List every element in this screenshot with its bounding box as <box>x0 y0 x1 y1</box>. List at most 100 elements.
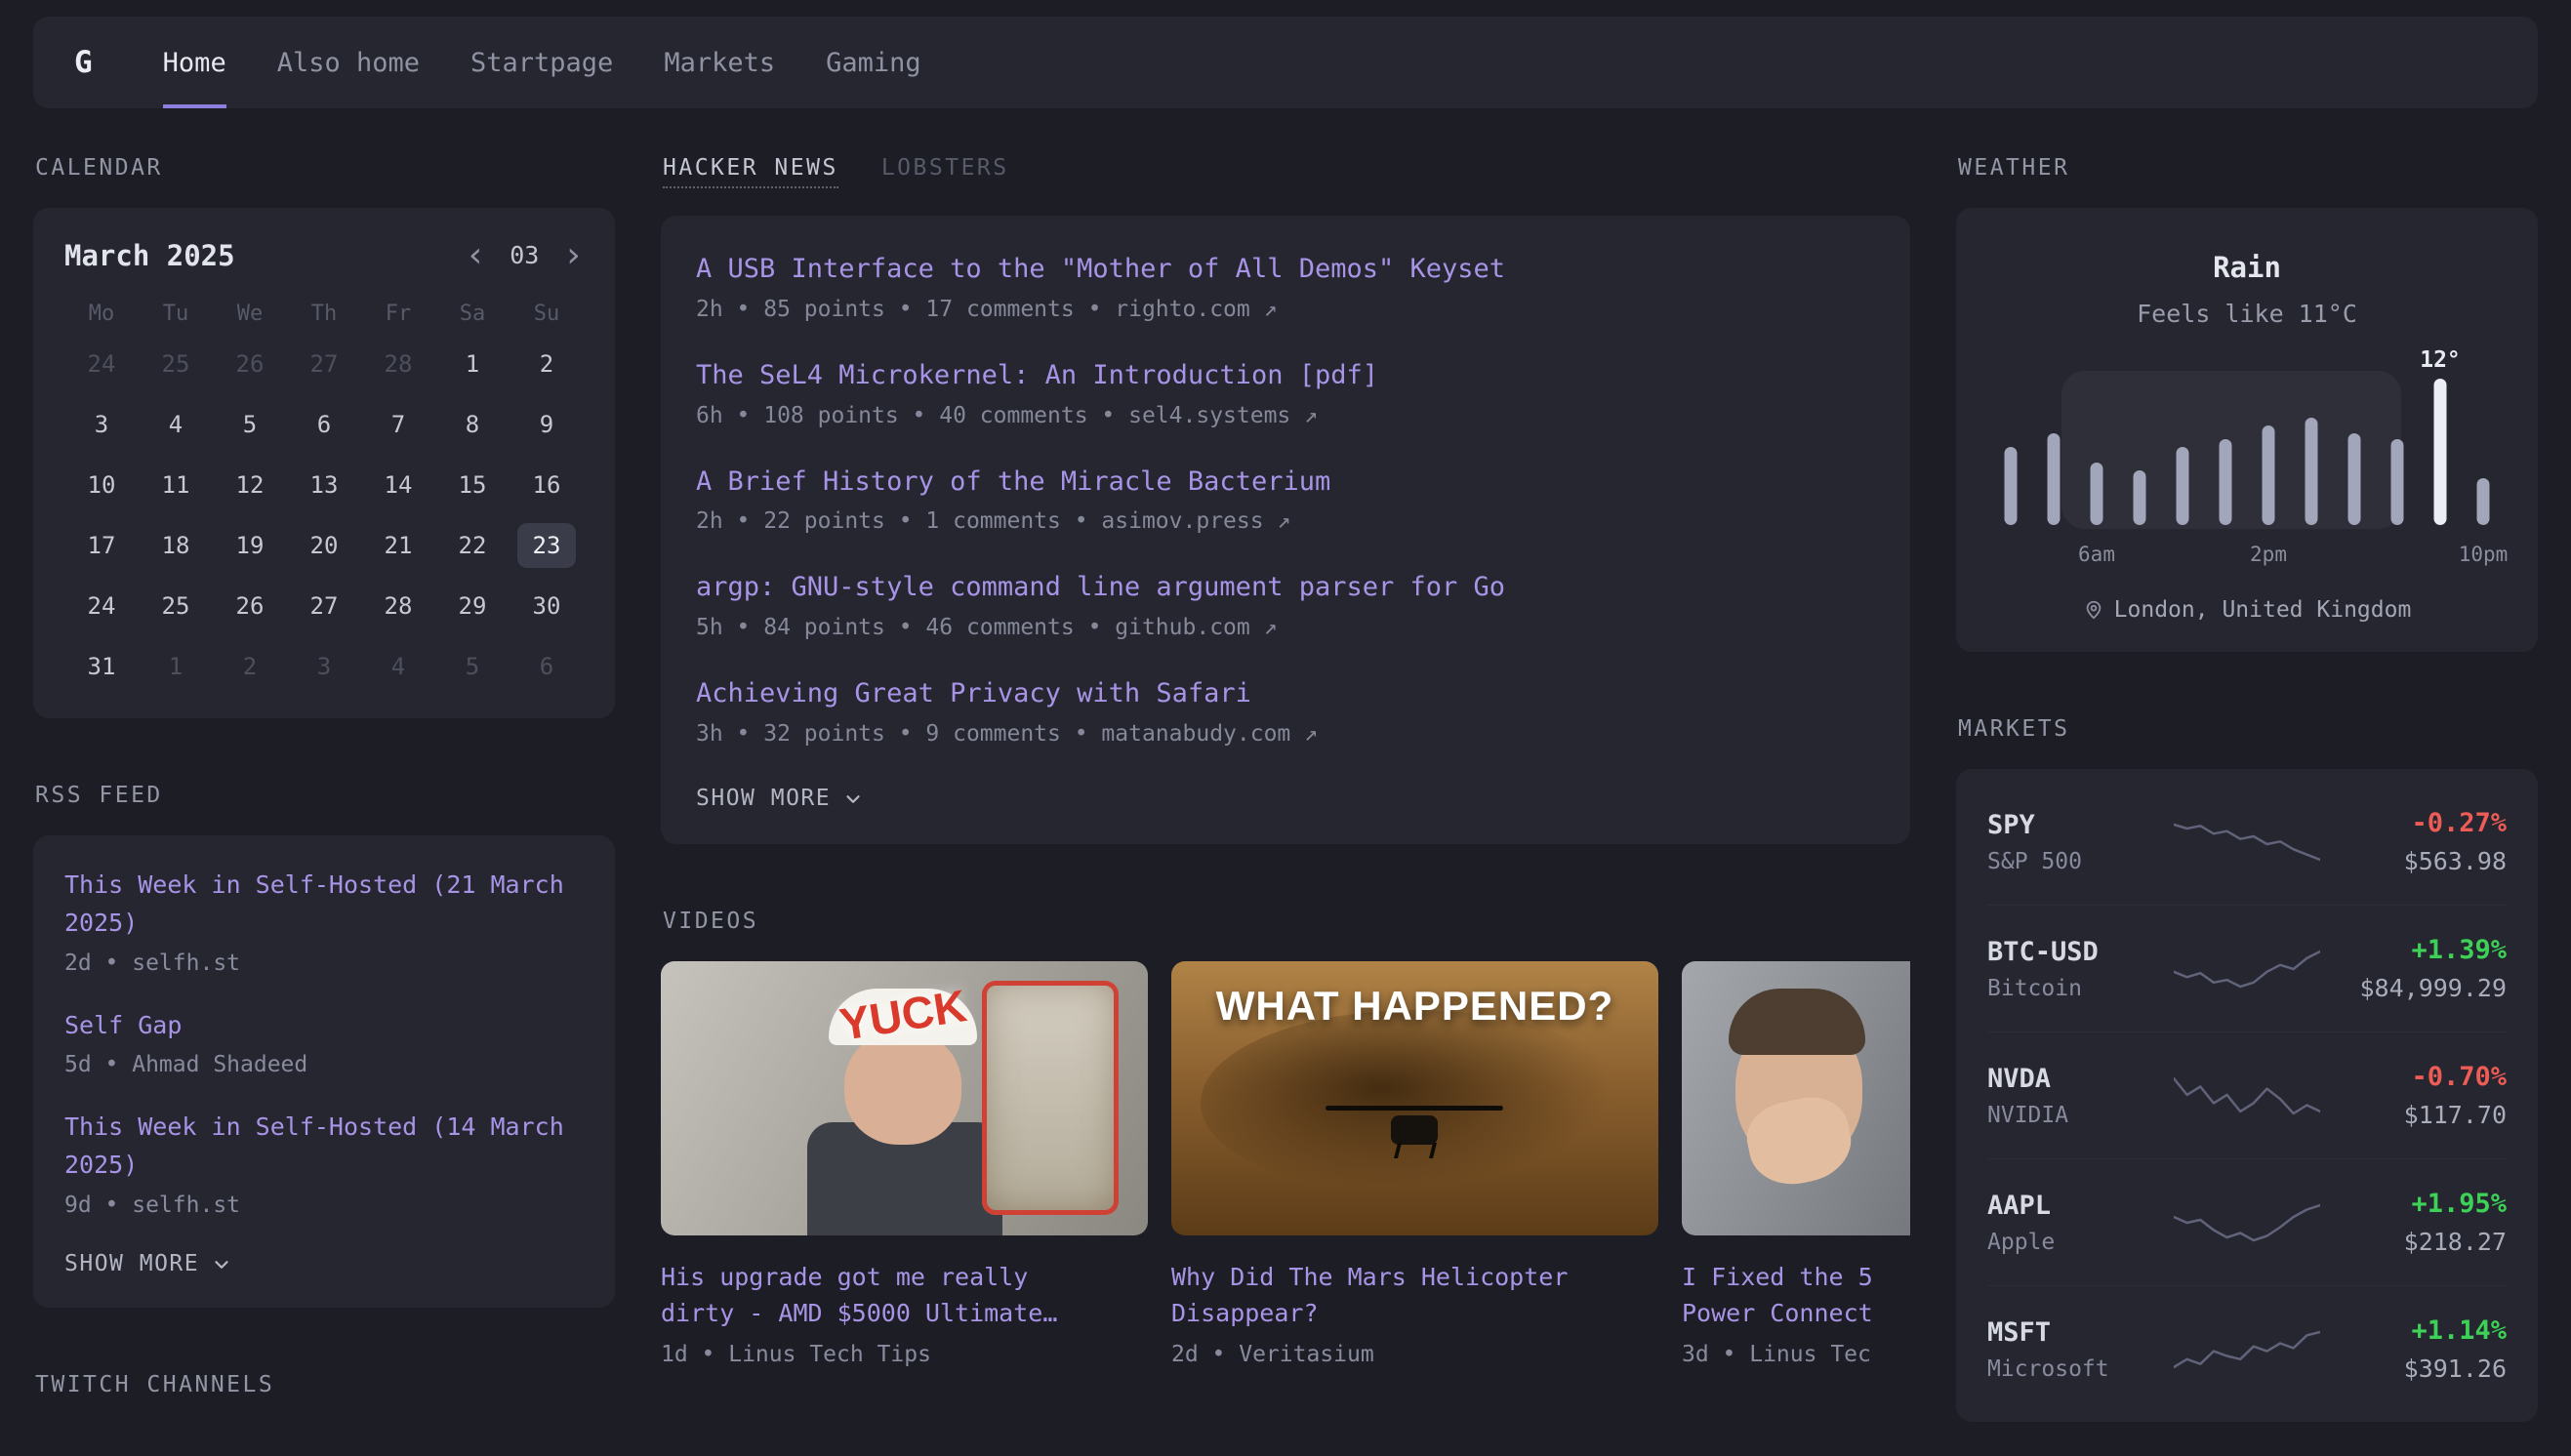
calendar-day[interactable]: 17 <box>72 523 131 568</box>
calendar-day[interactable]: 15 <box>443 463 502 507</box>
calendar-day[interactable]: 25 <box>146 342 205 386</box>
weather-section-head: WEATHER <box>1956 155 2538 181</box>
thumbnail-art <box>1201 1010 1630 1195</box>
calendar-day[interactable]: 2 <box>221 644 279 689</box>
weather-hour-cell <box>2032 371 2075 566</box>
calendar-day[interactable]: 6 <box>295 402 353 447</box>
story-meta[interactable]: 2h • 85 points • 17 comments • righto.co… <box>696 297 1875 322</box>
twitch-section-label: TWITCH CHANNELS <box>35 1372 274 1397</box>
calendar-day[interactable]: 3 <box>295 644 353 689</box>
calendar-day[interactable]: 12 <box>221 463 279 507</box>
tab-lobsters[interactable]: LOBSTERS <box>881 155 1009 181</box>
video-card: YUCK His upgrade got me really dirty - A… <box>661 961 1148 1367</box>
calendar-day[interactable]: 5 <box>443 644 502 689</box>
nav-tab[interactable]: Markets <box>664 17 775 108</box>
market-row[interactable]: BTC-USD Bitcoin +1.39% $84,999.29 <box>1987 905 2507 1031</box>
calendar-day[interactable]: 21 <box>369 523 428 568</box>
weekday-header: Fr <box>361 302 435 326</box>
story-meta[interactable]: 5h • 84 points • 46 comments • github.co… <box>696 615 1875 640</box>
calendar-day[interactable]: 2 <box>517 342 576 386</box>
calendar-day[interactable]: 5 <box>221 402 279 447</box>
next-month-icon[interactable]: › <box>562 240 584 271</box>
calendar-day[interactable]: 23 <box>517 523 576 568</box>
calendar-day[interactable]: 24 <box>72 584 131 628</box>
calendar-day[interactable]: 11 <box>146 463 205 507</box>
nav-tab[interactable]: Gaming <box>826 17 921 108</box>
video-thumbnail[interactable]: WHAT HAPPENED? <box>1171 961 1658 1235</box>
weather-bar <box>2220 439 2232 525</box>
news-show-more-button[interactable]: SHOW MORE <box>696 786 1875 811</box>
thumbnail-art <box>1326 1106 1503 1111</box>
feed-title-link[interactable]: This Week in Self-Hosted (14 March 2025) <box>64 1109 584 1185</box>
calendar-day[interactable]: 3 <box>72 402 131 447</box>
calendar-day[interactable]: 27 <box>295 342 353 386</box>
calendar-day[interactable]: 6 <box>517 644 576 689</box>
calendar-day[interactable]: 19 <box>221 523 279 568</box>
calendar-day[interactable]: 4 <box>369 644 428 689</box>
sparkline-chart <box>2174 820 2320 865</box>
market-row[interactable]: SPY S&P 500 -0.27% $563.98 <box>1987 779 2507 905</box>
story-meta[interactable]: 2h • 22 points • 1 comments • asimov.pre… <box>696 508 1875 534</box>
calendar-day[interactable]: 28 <box>369 342 428 386</box>
story-title-link[interactable]: A USB Interface to the "Mother of All De… <box>696 251 1875 288</box>
calendar-day[interactable]: 24 <box>72 342 131 386</box>
story-meta[interactable]: 6h • 108 points • 40 comments • sel4.sys… <box>696 403 1875 428</box>
video-title-line: I Fixed the 5 <box>1682 1259 1910 1296</box>
market-row[interactable]: MSFT Microsoft +1.14% $391.26 <box>1987 1285 2507 1412</box>
tab-hacker-news[interactable]: HACKER NEWS <box>663 155 838 188</box>
nav-tab[interactable]: Home <box>163 17 226 108</box>
feed-title-link[interactable]: Self Gap <box>64 1007 584 1045</box>
nav-tab[interactable]: Also home <box>277 17 420 108</box>
video-thumbnail[interactable]: DO T T <box>1682 961 1910 1235</box>
calendar-day[interactable]: 29 <box>443 584 502 628</box>
calendar-day[interactable]: 4 <box>146 402 205 447</box>
story-title-link[interactable]: argp: GNU-style command line argument pa… <box>696 569 1875 606</box>
video-title-link[interactable]: Why Did The Mars Helicopter Disappear? <box>1171 1259 1658 1332</box>
calendar-day[interactable]: 26 <box>221 584 279 628</box>
calendar-day[interactable]: 22 <box>443 523 502 568</box>
calendar-day[interactable]: 1 <box>146 644 205 689</box>
story-meta[interactable]: 3h • 32 points • 9 comments • matanabudy… <box>696 721 1875 747</box>
story-title-link[interactable]: Achieving Great Privacy with Safari <box>696 675 1875 712</box>
rss-show-more-button[interactable]: SHOW MORE <box>64 1251 584 1276</box>
calendar-day[interactable]: 28 <box>369 584 428 628</box>
story-title-link[interactable]: The SeL4 Microkernel: An Introduction [p… <box>696 357 1875 394</box>
show-more-label: SHOW MORE <box>64 1251 199 1276</box>
calendar-day[interactable]: 27 <box>295 584 353 628</box>
video-thumbnail[interactable]: YUCK <box>661 961 1148 1235</box>
calendar-day[interactable]: 14 <box>369 463 428 507</box>
story-title-link[interactable]: A Brief History of the Miracle Bacterium <box>696 464 1875 501</box>
video-title-line: dirty - AMD $5000 Ultimate… <box>661 1295 1148 1332</box>
story-item: Achieving Great Privacy with Safari 3h •… <box>696 675 1875 747</box>
weather-bar <box>2348 433 2361 525</box>
weekday-header: Mo <box>64 302 139 326</box>
calendar-day[interactable]: 26 <box>221 342 279 386</box>
feed-meta: 9d • selfh.st <box>64 1193 584 1218</box>
calendar-day[interactable]: 7 <box>369 402 428 447</box>
app-logo[interactable]: G <box>74 17 93 108</box>
market-ticker: NVDA <box>1987 1064 2148 1094</box>
calendar-day[interactable]: 25 <box>146 584 205 628</box>
calendar-day[interactable]: 30 <box>517 584 576 628</box>
calendar-day[interactable]: 18 <box>146 523 205 568</box>
nav-tab[interactable]: Startpage <box>470 17 613 108</box>
weather-location[interactable]: London, United Kingdom <box>1989 597 2505 623</box>
video-title-link[interactable]: I Fixed the 5 Power Connect <box>1682 1259 1910 1332</box>
calendar-day[interactable]: 31 <box>72 644 131 689</box>
videos-section: VIDEOS YUCK <box>661 909 1910 1367</box>
chevron-down-icon <box>211 1254 232 1275</box>
calendar-day[interactable]: 9 <box>517 402 576 447</box>
prev-month-icon[interactable]: ‹ <box>466 240 487 271</box>
market-row[interactable]: NVDA NVIDIA -0.70% $117.70 <box>1987 1031 2507 1158</box>
video-title-link[interactable]: His upgrade got me really dirty - AMD $5… <box>661 1259 1148 1332</box>
calendar-day[interactable]: 10 <box>72 463 131 507</box>
calendar-day[interactable]: 8 <box>443 402 502 447</box>
feed-title-link[interactable]: This Week in Self-Hosted (21 March 2025) <box>64 867 584 943</box>
calendar-day[interactable]: 13 <box>295 463 353 507</box>
market-values-block: +1.39% $84,999.29 <box>2346 935 2507 1002</box>
market-row[interactable]: AAPL Apple +1.95% $218.27 <box>1987 1158 2507 1285</box>
calendar-day[interactable]: 20 <box>295 523 353 568</box>
calendar-day[interactable]: 1 <box>443 342 502 386</box>
calendar-day[interactable]: 16 <box>517 463 576 507</box>
left-column: CALENDAR March 2025 ‹ 03 › Mo <box>33 155 615 1425</box>
